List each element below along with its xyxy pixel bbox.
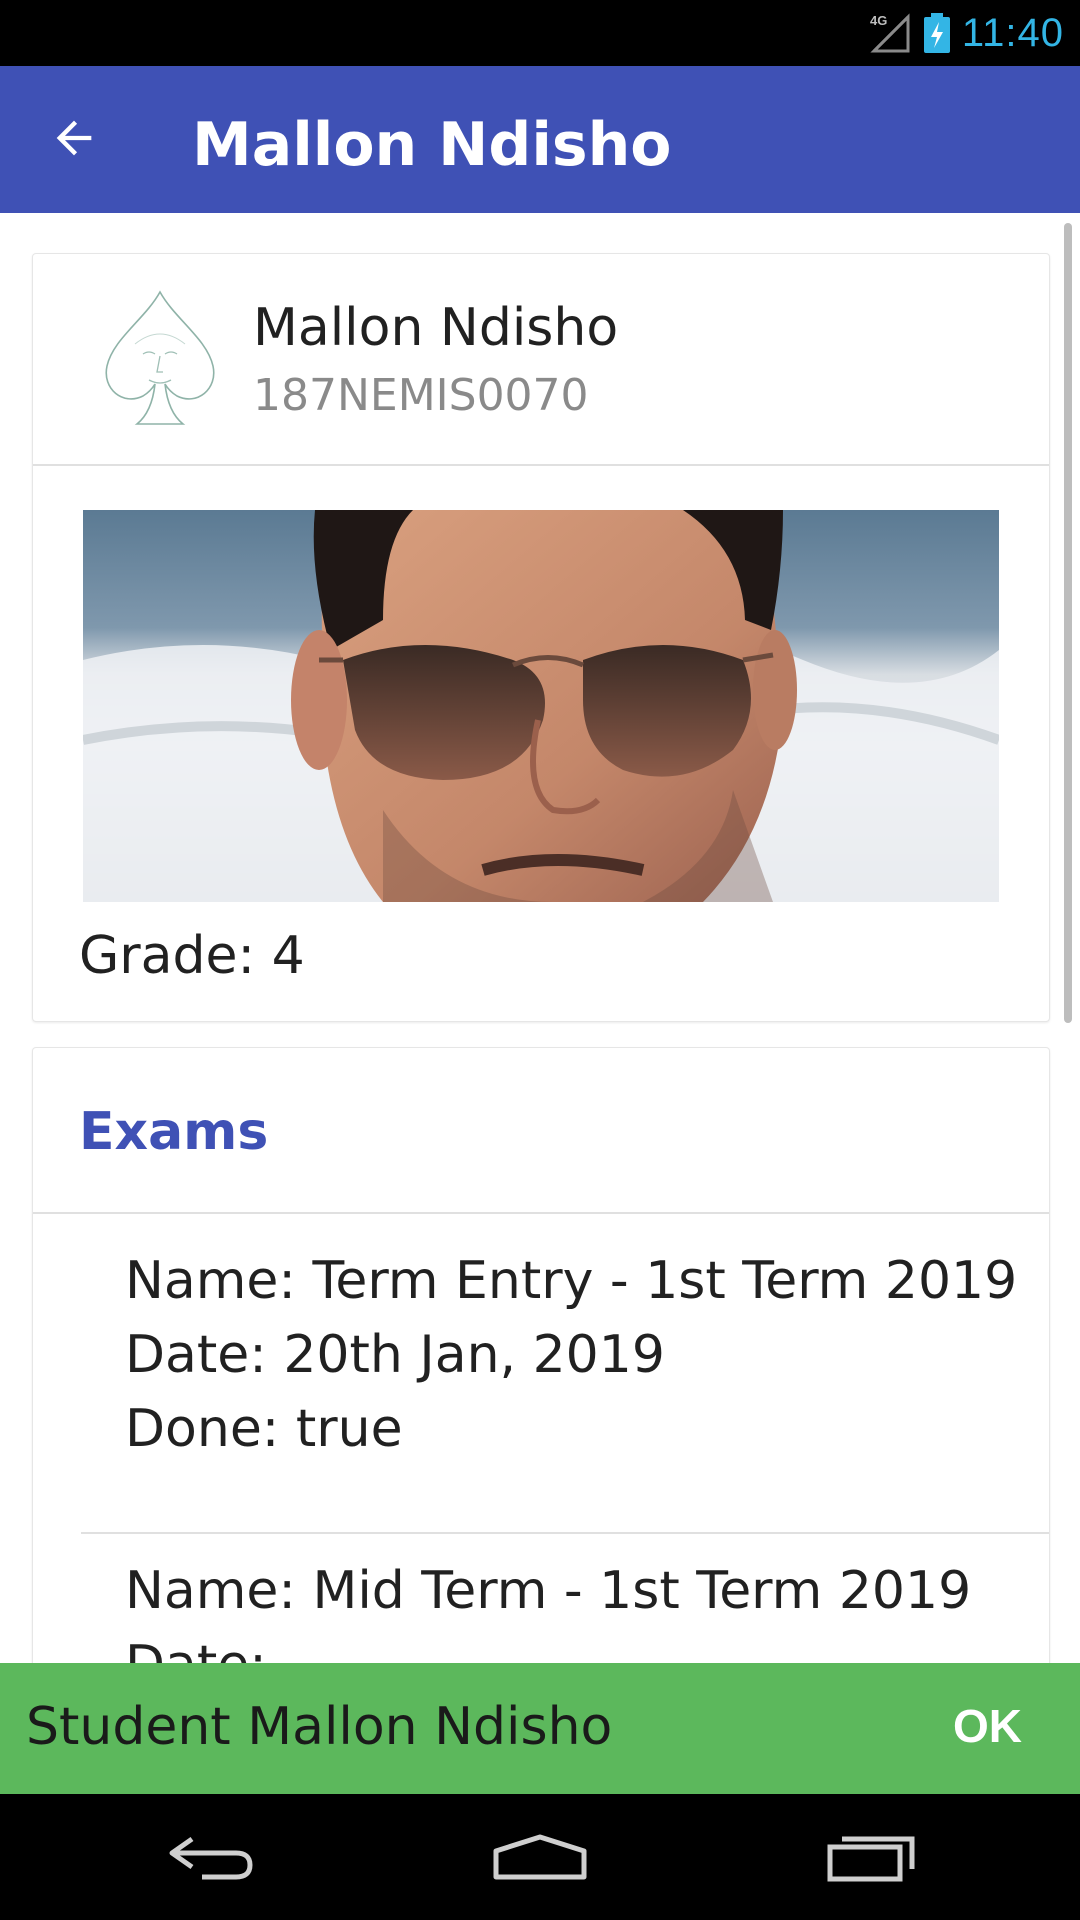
nav-home-button[interactable] [470,1812,610,1902]
snackbar-message: Student Mallon Ndisho [26,1697,613,1757]
svg-text:4G: 4G [870,13,887,28]
student-photo [83,510,999,902]
navigation-bar [0,1794,1080,1920]
status-icons: 4G 11:40 [868,0,1064,66]
exams-title: Exams [79,1102,269,1162]
exam-name: Name: Mid Term - 1st Term 2019 [125,1561,972,1621]
student-name: Mallon Ndisho [253,298,619,358]
nav-back-button[interactable] [140,1812,280,1902]
exam-done: Done: true [125,1399,403,1459]
signal-icon: 4G [870,13,910,53]
status-bar: 4G 11:40 [0,0,1080,66]
exam-list-item[interactable]: Name: Term Entry - 1st Term 2019 Date: 2… [81,1244,1049,1534]
app-bar: Mallon Ndisho [0,66,1080,213]
battery-icon [923,13,950,53]
scrollbar[interactable] [1064,223,1072,1023]
student-grade: Grade: 4 [79,926,305,986]
page-title: Mallon Ndisho [192,110,672,180]
exam-name: Name: Term Entry - 1st Term 2019 [125,1251,1018,1311]
student-header: Mallon Ndisho 187NEMIS0070 [33,254,1049,466]
status-time: 11:40 [961,10,1064,55]
content-scroll[interactable]: Mallon Ndisho 187NEMIS0070 Grade: 4 Exam… [0,213,1080,1663]
nav-back-icon [169,1836,253,1880]
back-button[interactable] [36,100,112,176]
snackbar: Student Mallon Ndisho OK [0,1663,1080,1794]
arrow-back-icon [56,120,92,156]
exams-header: Exams [33,1048,1049,1214]
nav-recents-button[interactable] [802,1812,942,1902]
exam-list-item[interactable]: Name: Mid Term - 1st Term 2019 Date: [81,1554,1049,1663]
nav-recents-icon [827,1836,915,1882]
exam-date: Date: [81,1628,1049,1663]
spade-face-icon [105,290,215,425]
exam-date: Date: 20th Jan, 2019 [125,1325,665,1385]
student-id: 187NEMIS0070 [253,370,589,421]
nav-home-icon [493,1834,587,1880]
student-card: Mallon Ndisho 187NEMIS0070 Grade: 4 [32,253,1050,1022]
exams-card: Exams Name: Term Entry - 1st Term 2019 D… [32,1047,1050,1663]
snackbar-ok-button[interactable]: OK [953,1699,1022,1753]
